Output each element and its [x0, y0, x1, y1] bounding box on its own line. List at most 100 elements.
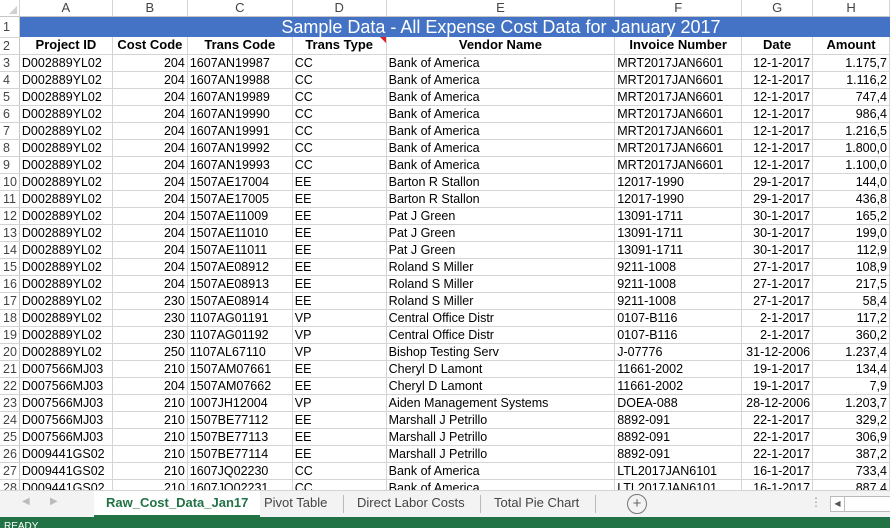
vendor-name-cell[interactable]: Barton R Stallon: [386, 173, 616, 191]
vendor-name-cell[interactable]: Bank of America: [386, 105, 616, 123]
row-number[interactable]: 8: [0, 139, 20, 157]
row-number[interactable]: 14: [0, 241, 20, 259]
amount-cell[interactable]: 112,9: [812, 241, 890, 259]
invoice-number-cell[interactable]: 13091-1711: [614, 241, 743, 259]
date-cell[interactable]: 19-1-2017: [741, 377, 814, 395]
vendor-name-cell[interactable]: Roland S Miller: [386, 275, 616, 293]
date-cell[interactable]: 2-1-2017: [741, 326, 814, 344]
project-id-cell[interactable]: D002889YL02: [19, 190, 113, 208]
row-number[interactable]: 11: [0, 190, 20, 208]
row-number[interactable]: 18: [0, 309, 20, 327]
project-id-cell[interactable]: D002889YL02: [19, 207, 113, 225]
project-id-cell[interactable]: D002889YL02: [19, 156, 113, 174]
vendor-name-cell[interactable]: Pat J Green: [386, 224, 616, 242]
trans-type-cell[interactable]: EE: [292, 224, 387, 242]
project-id-cell[interactable]: D002889YL02: [19, 139, 113, 157]
amount-cell[interactable]: 887,4: [812, 479, 890, 490]
amount-cell[interactable]: 733,4: [812, 462, 890, 480]
invoice-number-cell[interactable]: 9211-1008: [614, 292, 743, 310]
trans-type-cell[interactable]: CC: [292, 156, 387, 174]
amount-cell[interactable]: 436,8: [812, 190, 890, 208]
cost-code-cell[interactable]: 210: [112, 411, 188, 429]
trans-code-cell[interactable]: 1007JH12004: [187, 394, 293, 412]
select-all-button[interactable]: [0, 0, 20, 17]
vendor-name-cell[interactable]: Roland S Miller: [386, 258, 616, 276]
trans-code-cell[interactable]: 1607JQ02231: [187, 479, 293, 490]
header-cost-code[interactable]: Cost Code: [112, 37, 188, 55]
header-trans-type[interactable]: Trans Type: [292, 37, 387, 55]
date-cell[interactable]: 16-1-2017: [741, 479, 814, 490]
date-cell[interactable]: 28-12-2006: [741, 394, 814, 412]
date-cell[interactable]: 16-1-2017: [741, 462, 814, 480]
trans-type-cell[interactable]: EE: [292, 190, 387, 208]
invoice-number-cell[interactable]: 13091-1711: [614, 207, 743, 225]
cost-code-cell[interactable]: 204: [112, 258, 188, 276]
row-number[interactable]: 27: [0, 462, 20, 480]
header-project-id[interactable]: Project ID: [19, 37, 113, 55]
header-date[interactable]: Date: [741, 37, 814, 55]
amount-cell[interactable]: 387,2: [812, 445, 890, 463]
trans-code-cell[interactable]: 1507AE08912: [187, 258, 293, 276]
vendor-name-cell[interactable]: Marshall J Petrillo: [386, 445, 616, 463]
amount-cell[interactable]: 134,4: [812, 360, 890, 378]
prev-sheet-icon[interactable]: ◀: [22, 496, 30, 507]
invoice-number-cell[interactable]: 8892-091: [614, 428, 743, 446]
invoice-number-cell[interactable]: 0107-B116: [614, 326, 743, 344]
invoice-number-cell[interactable]: 11661-2002: [614, 377, 743, 395]
vendor-name-cell[interactable]: Barton R Stallon: [386, 190, 616, 208]
trans-type-cell[interactable]: CC: [292, 88, 387, 106]
trans-type-cell[interactable]: CC: [292, 479, 387, 490]
date-cell[interactable]: 29-1-2017: [741, 173, 814, 191]
cost-code-cell[interactable]: 210: [112, 462, 188, 480]
cost-code-cell[interactable]: 204: [112, 156, 188, 174]
cost-code-cell[interactable]: 230: [112, 326, 188, 344]
row-number[interactable]: 9: [0, 156, 20, 174]
project-id-cell[interactable]: D002889YL02: [19, 326, 113, 344]
project-id-cell[interactable]: D009441GS02: [19, 462, 113, 480]
sheet-title[interactable]: Sample Data - All Expense Cost Data for …: [112, 16, 890, 37]
row-number[interactable]: 7: [0, 122, 20, 140]
project-id-cell[interactable]: D007566MJ03: [19, 428, 113, 446]
amount-cell[interactable]: 1.116,2: [812, 71, 890, 89]
invoice-number-cell[interactable]: LTL2017JAN6101: [614, 479, 743, 490]
trans-code-cell[interactable]: 1507BE77114: [187, 445, 293, 463]
trans-type-cell[interactable]: CC: [292, 139, 387, 157]
cost-code-cell[interactable]: 204: [112, 105, 188, 123]
project-id-cell[interactable]: D002889YL02: [19, 105, 113, 123]
trans-code-cell[interactable]: 1607AN19992: [187, 139, 293, 157]
cost-code-cell[interactable]: 204: [112, 71, 188, 89]
row-number[interactable]: 5: [0, 88, 20, 106]
row-number[interactable]: 24: [0, 411, 20, 429]
trans-code-cell[interactable]: 1107AG01192: [187, 326, 293, 344]
row-number[interactable]: 19: [0, 326, 20, 344]
invoice-number-cell[interactable]: MRT2017JAN6601: [614, 156, 743, 174]
trans-code-cell[interactable]: 1507AE17005: [187, 190, 293, 208]
trans-type-cell[interactable]: CC: [292, 71, 387, 89]
row-number[interactable]: 12: [0, 207, 20, 225]
trans-code-cell[interactable]: 1607AN19987: [187, 54, 293, 72]
cost-code-cell[interactable]: 230: [112, 292, 188, 310]
project-id-cell[interactable]: D002889YL02: [19, 275, 113, 293]
project-id-cell[interactable]: D007566MJ03: [19, 394, 113, 412]
vendor-name-cell[interactable]: Central Office Distr: [386, 326, 616, 344]
date-cell[interactable]: 27-1-2017: [741, 258, 814, 276]
spreadsheet-grid[interactable]: A B C D E F G H 1 Sample Data - All Expe…: [0, 0, 890, 490]
amount-cell[interactable]: 7,9: [812, 377, 890, 395]
trans-type-cell[interactable]: EE: [292, 275, 387, 293]
vendor-name-cell[interactable]: Pat J Green: [386, 241, 616, 259]
amount-cell[interactable]: 144,0: [812, 173, 890, 191]
vendor-name-cell[interactable]: Bank of America: [386, 156, 616, 174]
header-vendor-name[interactable]: Vendor Name: [386, 37, 616, 55]
trans-type-cell[interactable]: VP: [292, 343, 387, 361]
trans-type-cell[interactable]: EE: [292, 241, 387, 259]
header-amount[interactable]: Amount: [812, 37, 890, 55]
cost-code-cell[interactable]: 250: [112, 343, 188, 361]
project-id-cell[interactable]: D002889YL02: [19, 71, 113, 89]
trans-type-cell[interactable]: EE: [292, 428, 387, 446]
trans-code-cell[interactable]: 1607AN19990: [187, 105, 293, 123]
project-id-cell[interactable]: D002889YL02: [19, 224, 113, 242]
vendor-name-cell[interactable]: Bishop Testing Serv: [386, 343, 616, 361]
scroll-left-icon[interactable]: ◀: [831, 497, 845, 511]
date-cell[interactable]: 29-1-2017: [741, 190, 814, 208]
title-cell-fill[interactable]: [19, 16, 113, 37]
